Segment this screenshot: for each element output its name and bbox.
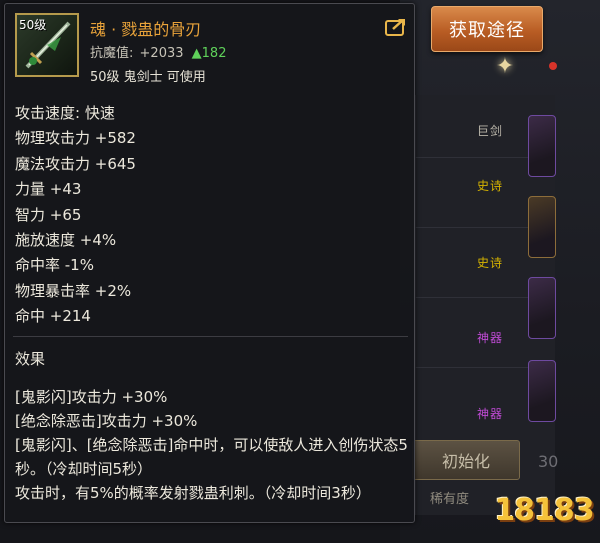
resist-label: 抗魔值: — [90, 46, 134, 61]
stat-line: 物理暴击率 +2% — [15, 281, 132, 300]
resist-bonus: ▲182 — [191, 46, 227, 61]
stat-line: 命中 +214 — [15, 307, 91, 326]
watermark-logo: 18183 — [494, 488, 594, 532]
grade-label: 神器 — [476, 407, 503, 421]
grade-label: 史诗 — [476, 179, 503, 193]
initialize-button[interactable]: 初始化 — [412, 440, 520, 480]
magic-resist-line: 抗魔值: +2033 ▲182 — [90, 42, 226, 61]
item-name: 魂 · 戮蛊的骨刃 — [90, 20, 202, 39]
grade-label: 史诗 — [476, 256, 503, 270]
effects-title: 效果 — [15, 350, 46, 368]
effect-list: [鬼影闪]攻击力 +30% [绝念除恶击]攻击力 +30% [鬼影闪]、[绝念除… — [15, 385, 410, 505]
requirement-text: 50级 鬼剑士 可使用 — [90, 70, 206, 85]
grade-label: 神器 — [476, 331, 503, 345]
notification-dot — [549, 62, 557, 70]
effect-line: [绝念除恶击]攻击力 +30% — [15, 412, 198, 430]
item-tooltip: 50级 魂 · 戮蛊的骨刃 抗魔值: +2033 ▲182 50级 鬼剑士 可使… — [4, 3, 415, 523]
effect-line: [鬼影闪]、[绝念除恶击]命中时，可以使敌人进入创伤状态5秒。（冷却时间5秒） — [15, 436, 408, 478]
sword-item-icon: 50级 — [15, 13, 79, 77]
effect-line: 攻击时，有5%的概率发射戮蛊利刺。（冷却时间3秒） — [15, 484, 371, 502]
stat-line: 攻击速度: 快速 — [15, 104, 115, 122]
watermark-text: 18183 — [494, 492, 594, 528]
equipment-thumbnail[interactable] — [528, 115, 556, 177]
acquire-source-button[interactable]: 获取途径 — [431, 6, 543, 52]
side-number: 30 — [538, 452, 559, 471]
stat-line: 魔法攻击力 +645 — [15, 154, 136, 173]
sparkle-icon: ✦ — [495, 54, 515, 79]
stat-line: 命中率 -1% — [15, 256, 94, 275]
equipment-thumbnail[interactable] — [528, 196, 556, 258]
stat-line: 物理攻击力 +582 — [15, 129, 136, 148]
stat-line: 施放速度 +4% — [15, 230, 117, 249]
stat-line: 智力 +65 — [15, 205, 82, 224]
stat-list: 攻击速度: 快速 物理攻击力 +582 魔法攻击力 +645 力量 +43 智力… — [15, 101, 136, 330]
effect-line: [鬼影闪]攻击力 +30% — [15, 388, 168, 406]
level-badge: 50级 — [19, 18, 47, 32]
equipment-thumbnail[interactable] — [528, 360, 556, 422]
grade-label: 巨剑 — [476, 124, 503, 138]
share-icon[interactable] — [385, 17, 407, 37]
equipment-thumbnail[interactable] — [528, 277, 556, 339]
stat-line: 力量 +43 — [15, 180, 82, 199]
resist-value: +2033 — [139, 46, 184, 61]
rarity-label: 稀有度 — [430, 492, 470, 507]
section-divider — [13, 336, 408, 337]
